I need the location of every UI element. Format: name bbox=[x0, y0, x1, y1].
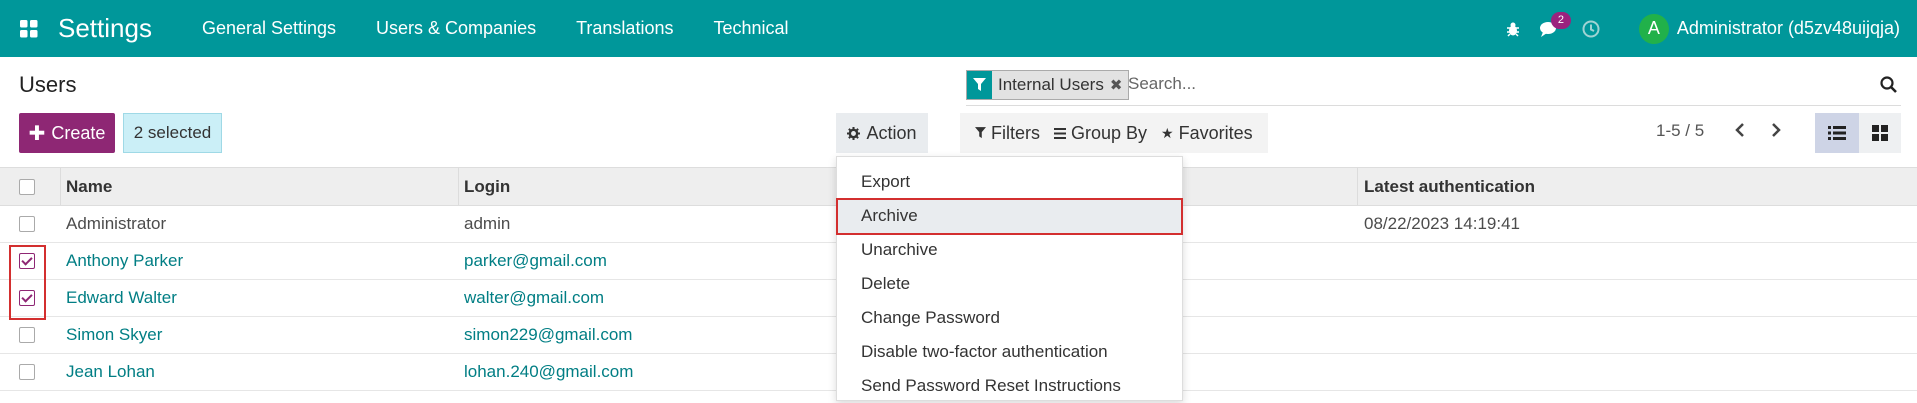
groupby-toggle[interactable]: Group By bbox=[1047, 123, 1154, 144]
favorites-toggle[interactable]: ★ Favorites bbox=[1154, 123, 1260, 144]
user-login-cell: lohan.240@gmail.com bbox=[464, 362, 634, 381]
apps-menu-button[interactable] bbox=[0, 0, 58, 57]
column-header-name[interactable]: Name bbox=[66, 168, 112, 205]
pager-value[interactable]: 1-5 / 5 bbox=[1656, 121, 1704, 141]
pager-next-button[interactable] bbox=[1770, 122, 1782, 143]
list-icon bbox=[1828, 126, 1846, 140]
kanban-icon bbox=[1872, 125, 1888, 141]
bug-icon bbox=[1506, 22, 1519, 37]
menu-technical[interactable]: Technical bbox=[693, 18, 808, 39]
debug-button[interactable] bbox=[1495, 0, 1531, 57]
user-name-cell[interactable]: Jean Lohan bbox=[66, 354, 155, 390]
column-header-latest-authentication[interactable]: Latest authentication bbox=[1364, 168, 1535, 205]
plus-icon: ✚ bbox=[28, 122, 46, 145]
grid-icon bbox=[20, 19, 38, 37]
action-send-password-reset[interactable]: Send Password Reset Instructions bbox=[837, 369, 1182, 403]
create-label: Create bbox=[51, 122, 106, 143]
user-name-cell[interactable]: Edward Walter bbox=[66, 280, 177, 316]
action-button[interactable]: Action bbox=[836, 113, 928, 153]
user-name-cell[interactable]: Administrator bbox=[66, 206, 166, 242]
search-facet-internal-users[interactable]: Internal Users ✖ bbox=[966, 70, 1130, 100]
selected-count: 2 selected bbox=[123, 113, 222, 153]
latest-auth-cell: 08/22/2023 14:19:41 bbox=[1364, 214, 1520, 233]
messages-count-badge: 2 bbox=[1550, 12, 1571, 29]
facet-label: Internal Users bbox=[998, 75, 1104, 94]
menu-general-settings[interactable]: General Settings bbox=[182, 18, 356, 39]
row-checkbox[interactable] bbox=[19, 206, 35, 242]
search-button[interactable] bbox=[1880, 76, 1897, 98]
search-icon bbox=[1880, 76, 1897, 93]
gear-icon bbox=[847, 126, 861, 140]
user-login-cell: walter@gmail.com bbox=[464, 288, 605, 307]
search-bar: Internal Users ✖ bbox=[966, 70, 1901, 106]
user-login-cell: parker@gmail.com bbox=[464, 251, 607, 270]
groupby-label: Group By bbox=[1071, 122, 1148, 143]
activity-button[interactable] bbox=[1573, 0, 1609, 57]
remove-facet-icon[interactable]: ✖ bbox=[1110, 76, 1123, 94]
archive-highlight-box bbox=[836, 198, 1183, 235]
star-icon: ★ bbox=[1161, 124, 1174, 141]
filters-label: Filters bbox=[991, 122, 1040, 143]
action-unarchive[interactable]: Unarchive bbox=[837, 233, 1182, 267]
action-label: Action bbox=[866, 122, 917, 143]
select-all-checkbox[interactable] bbox=[19, 168, 35, 205]
facet-value: Internal Users ✖ bbox=[992, 71, 1129, 99]
list-view-button[interactable] bbox=[1815, 113, 1859, 153]
clock-icon bbox=[1582, 20, 1600, 37]
user-name-cell[interactable]: Simon Skyer bbox=[66, 317, 162, 353]
action-disable-2fa[interactable]: Disable two-factor authentication bbox=[837, 335, 1182, 369]
app-title[interactable]: Settings bbox=[58, 13, 152, 44]
menu-users-companies[interactable]: Users & Companies bbox=[356, 18, 556, 39]
search-input[interactable] bbox=[1128, 74, 1828, 94]
chevron-left-icon bbox=[1735, 123, 1744, 137]
action-export[interactable]: Export bbox=[837, 165, 1182, 199]
filter-icon-box bbox=[967, 71, 992, 99]
favorites-label: Favorites bbox=[1178, 122, 1253, 143]
funnel-icon bbox=[973, 78, 986, 91]
kanban-view-button[interactable] bbox=[1859, 113, 1901, 153]
navbar-systray: 2 A Administrator (d5zv48uijqja) bbox=[1495, 0, 1917, 57]
bars-icon bbox=[1054, 127, 1066, 139]
user-name: Administrator (d5zv48uijqja) bbox=[1676, 18, 1900, 38]
pager-previous-button[interactable] bbox=[1734, 122, 1746, 143]
user-name-cell[interactable]: Anthony Parker bbox=[66, 243, 183, 279]
chevron-right-icon bbox=[1772, 123, 1781, 137]
search-options: Filters Group By ★ Favorites bbox=[960, 113, 1268, 153]
avatar: A bbox=[1638, 13, 1669, 44]
filters-toggle[interactable]: Filters bbox=[968, 123, 1047, 144]
funnel-icon bbox=[975, 127, 986, 139]
page-title: Users bbox=[19, 72, 77, 97]
row-checkbox[interactable] bbox=[19, 354, 35, 390]
user-login-cell: simon229@gmail.com bbox=[464, 325, 633, 344]
messages-button[interactable]: 2 bbox=[1531, 0, 1571, 57]
user-login-cell: admin bbox=[464, 214, 511, 233]
top-navbar: Settings General Settings Users & Compan… bbox=[0, 0, 1917, 57]
action-delete[interactable]: Delete bbox=[837, 267, 1182, 301]
menu-translations[interactable]: Translations bbox=[556, 18, 693, 39]
action-dropdown-menu: Export Archive Unarchive Delete Change P… bbox=[836, 156, 1183, 401]
action-change-password[interactable]: Change Password bbox=[837, 301, 1182, 335]
checkbox-highlight-box bbox=[9, 245, 46, 320]
user-menu[interactable]: A Administrator (d5zv48uijqja) bbox=[1638, 13, 1900, 44]
create-button[interactable]: ✚ Create bbox=[19, 113, 115, 153]
column-header-login[interactable]: Login bbox=[464, 168, 510, 205]
row-checkbox[interactable] bbox=[19, 317, 35, 353]
